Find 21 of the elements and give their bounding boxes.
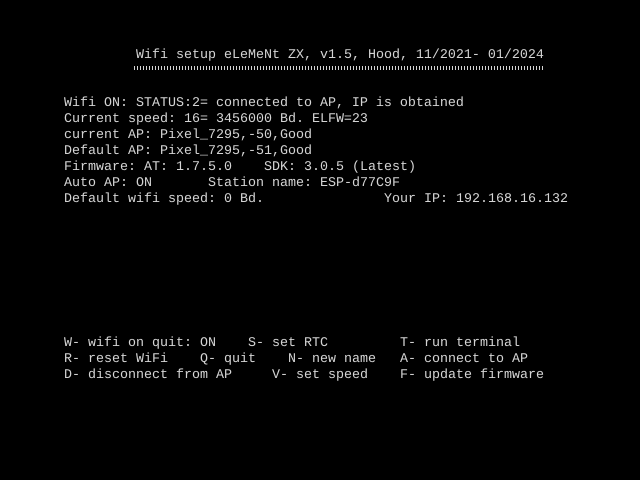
menu-option[interactable]: R- reset WiFi: [64, 352, 168, 368]
menu-option[interactable]: F- update firmware: [400, 368, 544, 384]
status-text: Station name: ESP-d77C9F: [208, 176, 400, 192]
status-text: SDK: 3.0.5 (Latest): [264, 160, 416, 176]
menu-option[interactable]: V- set speed: [272, 368, 368, 384]
status-text: Wifi ON: STATUS:2= connected to AP, IP is obtained: [64, 96, 464, 112]
menu-option[interactable]: N- new name: [288, 352, 376, 368]
status-text: Default wifi speed: 0 Bd.: [64, 192, 264, 208]
menu-option[interactable]: S- set RTC: [248, 336, 328, 352]
screen-title: Wifi setup eLeMeNt ZX, v1.5, Hood, 11/2021- 01/2024: [136, 48, 544, 63]
status-text: current AP: Pixel_7295,-50,Good: [64, 128, 312, 144]
status-text: Auto AP: ON: [64, 176, 152, 192]
menu-option[interactable]: T- run terminal: [400, 336, 520, 352]
menu-option[interactable]: Q- quit: [200, 352, 256, 368]
menu-option[interactable]: A- connect to AP: [400, 352, 528, 368]
menu-option[interactable]: D- disconnect from AP: [64, 368, 232, 384]
status-text: Firmware: AT: 1.7.5.0: [64, 160, 232, 176]
menu-option[interactable]: W- wifi on quit: ON: [64, 336, 216, 352]
status-text: Your IP: 192.168.16.132: [384, 192, 568, 208]
status-text: Current speed: 16= 3456000 Bd. ELFW=23: [64, 112, 368, 128]
status-text: Default AP: Pixel_7295,-51,Good: [64, 144, 312, 160]
